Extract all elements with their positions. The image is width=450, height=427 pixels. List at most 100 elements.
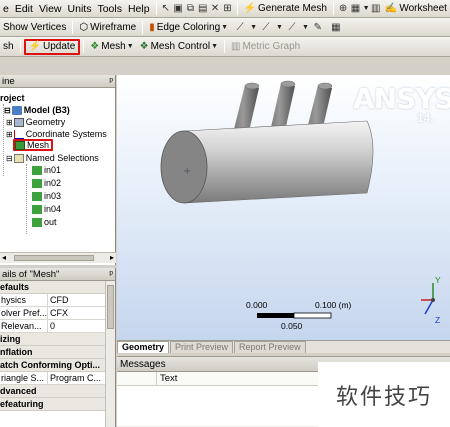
- mesh-dropdown[interactable]: ❖ Mesh ▼: [87, 39, 136, 55]
- details-row[interactable]: olver Pref... CFX: [0, 307, 106, 320]
- scrollbar-thumb[interactable]: [14, 255, 94, 261]
- select-mode-icon[interactable]: ↖: [161, 1, 171, 16]
- tree-selection-in04[interactable]: in04: [32, 203, 61, 215]
- tab-report-preview[interactable]: Report Preview: [234, 341, 306, 353]
- svg-text:+: +: [183, 166, 191, 177]
- chevron-down-icon[interactable]: ▼: [302, 24, 309, 31]
- toolbar-separator: [332, 2, 334, 15]
- paste-icon[interactable]: ▤: [198, 1, 208, 16]
- collapse-icon[interactable]: ⊟: [6, 154, 13, 163]
- mesh-icon: ❖: [90, 41, 100, 52]
- tree-named-selections[interactable]: ⊟ Named Selections: [6, 152, 99, 164]
- tree-selection-in02[interactable]: in02: [32, 177, 61, 189]
- tab-print-preview[interactable]: Print Preview: [170, 341, 234, 353]
- outline-horizontal-scrollbar[interactable]: ◂ ▸: [0, 252, 116, 263]
- menu-tools[interactable]: Tools: [94, 1, 125, 17]
- generate-mesh-button[interactable]: ⚡ Generate Mesh: [241, 1, 330, 17]
- tree-selection-in03[interactable]: in03: [32, 190, 61, 202]
- copy-icon[interactable]: ⧉: [185, 1, 195, 16]
- worksheet-button[interactable]: ✍ Worksheet: [382, 1, 450, 17]
- mesh-toolbar: sh ⚡ Update ❖ Mesh ▼ ❖ Mesh Control ▼ ▥ Metric…: [0, 37, 450, 57]
- tree-geometry[interactable]: ⊞ Geometry: [6, 116, 65, 128]
- zoom-icon[interactable]: ⊕: [338, 1, 348, 16]
- details-vertical-scrollbar[interactable]: [105, 281, 115, 427]
- new-section-icon[interactable]: ▣: [173, 1, 183, 16]
- details-group-sizing[interactable]: izing: [0, 333, 106, 346]
- chevron-down-icon: ▼: [126, 43, 134, 50]
- expand-icon[interactable]: ⊞: [6, 118, 13, 127]
- tree-project[interactable]: roject: [0, 92, 25, 104]
- details-value: 0: [50, 321, 56, 331]
- chevron-down-icon[interactable]: ▼: [276, 24, 283, 31]
- tab-geometry[interactable]: Geometry: [117, 341, 170, 353]
- menu-view[interactable]: View: [36, 1, 65, 17]
- expand-icon[interactable]: ⊞: [6, 130, 13, 139]
- menu-help[interactable]: Help: [125, 1, 153, 17]
- outline-tree: roject ⊟ Model (B3) ⊞ Geometry ⊞ Coordinate…: [0, 88, 115, 234]
- details-row[interactable]: hysics Pref...CFD: [0, 294, 106, 307]
- tree-model[interactable]: ⊟ Model (B3): [4, 104, 70, 116]
- details-row[interactable]: Relevan... 0: [0, 320, 106, 333]
- lightning-icon: ⚡: [28, 41, 42, 52]
- tree-selection-out[interactable]: out: [32, 216, 57, 228]
- details-group-patch-conforming[interactable]: atch Conforming Opti...: [0, 359, 106, 372]
- details-key: hysics Pref...: [0, 294, 48, 306]
- edge-direction-icon[interactable]: ⟋: [284, 20, 300, 35]
- selection-check-icon: [32, 178, 42, 188]
- metric-graph-button[interactable]: ▥ Metric Graph: [228, 39, 303, 55]
- pin-icon[interactable]: ᵖ: [109, 269, 113, 280]
- collapse-icon[interactable]: ⊟: [4, 106, 11, 115]
- watermark: 软件技巧: [318, 362, 450, 427]
- selection-check-icon: [32, 165, 42, 175]
- menu-edit[interactable]: Edit: [12, 1, 36, 17]
- main-cylinder: +: [160, 120, 374, 204]
- menu-file[interactable]: e: [0, 1, 12, 17]
- menu-units[interactable]: Units: [65, 1, 95, 17]
- tree-connector: [26, 164, 27, 234]
- lightning-icon: ⚡: [243, 3, 256, 14]
- chevron-down-icon[interactable]: ▼: [250, 24, 257, 31]
- scroll-left-icon[interactable]: ◂: [2, 253, 6, 262]
- scale-label-mid: 0.050: [281, 321, 303, 331]
- view-tabs: Geometry Print Preview Report Preview: [117, 340, 450, 353]
- print-icon[interactable]: ▥: [371, 1, 381, 16]
- axis-triad: [421, 283, 435, 315]
- toolbar-separator: [236, 2, 238, 15]
- toolbar-separator: [142, 20, 144, 34]
- camera-icon[interactable]: ▦: [350, 1, 360, 16]
- details-row[interactable]: riangle S... Program C...: [0, 372, 106, 385]
- delete-icon[interactable]: ✕: [210, 1, 220, 16]
- mesh-control-dropdown[interactable]: ❖ Mesh Control ▼: [137, 39, 221, 55]
- edge-style-icon[interactable]: ⟋: [232, 20, 248, 35]
- wireframe-toggle[interactable]: ⬡ Wireframe: [76, 19, 139, 35]
- scrollbar-thumb[interactable]: [107, 285, 114, 329]
- tree-icon[interactable]: ⊞: [222, 1, 232, 16]
- menu-bar: e Edit View Units Tools Help ↖ ▣ ⧉ ▤ ✕ ⊞…: [0, 0, 450, 18]
- edge-thickness-icon[interactable]: ⟋: [258, 20, 274, 35]
- mesh-icon: [15, 140, 25, 150]
- tree-mesh[interactable]: Mesh: [13, 139, 54, 151]
- coordinate-systems-icon: [13, 129, 24, 139]
- edge-coloring-dropdown[interactable]: ▮ Edge Coloring ▼: [146, 19, 231, 35]
- pin-tool-icon[interactable]: ✎: [310, 20, 326, 35]
- details-group-inflation[interactable]: nflation: [0, 346, 106, 359]
- grid-icon[interactable]: ▦: [328, 20, 344, 35]
- model-icon: [11, 105, 22, 115]
- graph-icon: ▥: [231, 41, 241, 52]
- scroll-right-icon[interactable]: ▸: [110, 253, 114, 262]
- tree-selection-in01[interactable]: in01: [32, 164, 61, 176]
- details-key: olver Pref...: [1, 307, 48, 319]
- show-vertices-toggle[interactable]: Show Vertices: [0, 19, 69, 35]
- graphics-viewport[interactable]: ANSYS 14. + 0.000 0.100 (m) 0.050 Y Z: [117, 75, 450, 340]
- details-value: CFX: [50, 308, 68, 318]
- geometry-model-svg: +: [160, 80, 435, 319]
- details-group-advanced[interactable]: dvanced: [0, 385, 106, 398]
- chevron-down-icon[interactable]: ▼: [363, 5, 370, 12]
- messages-col-type[interactable]: [117, 372, 157, 385]
- details-group-defeaturing[interactable]: efeaturing: [0, 398, 106, 411]
- scale-bar: [257, 312, 332, 319]
- details-group-defaults[interactable]: efaults: [0, 281, 106, 294]
- outline-title-bar: ine ᵖ: [0, 75, 115, 88]
- pin-icon[interactable]: ᵖ: [109, 76, 113, 87]
- update-button[interactable]: ⚡ Update: [23, 38, 81, 55]
